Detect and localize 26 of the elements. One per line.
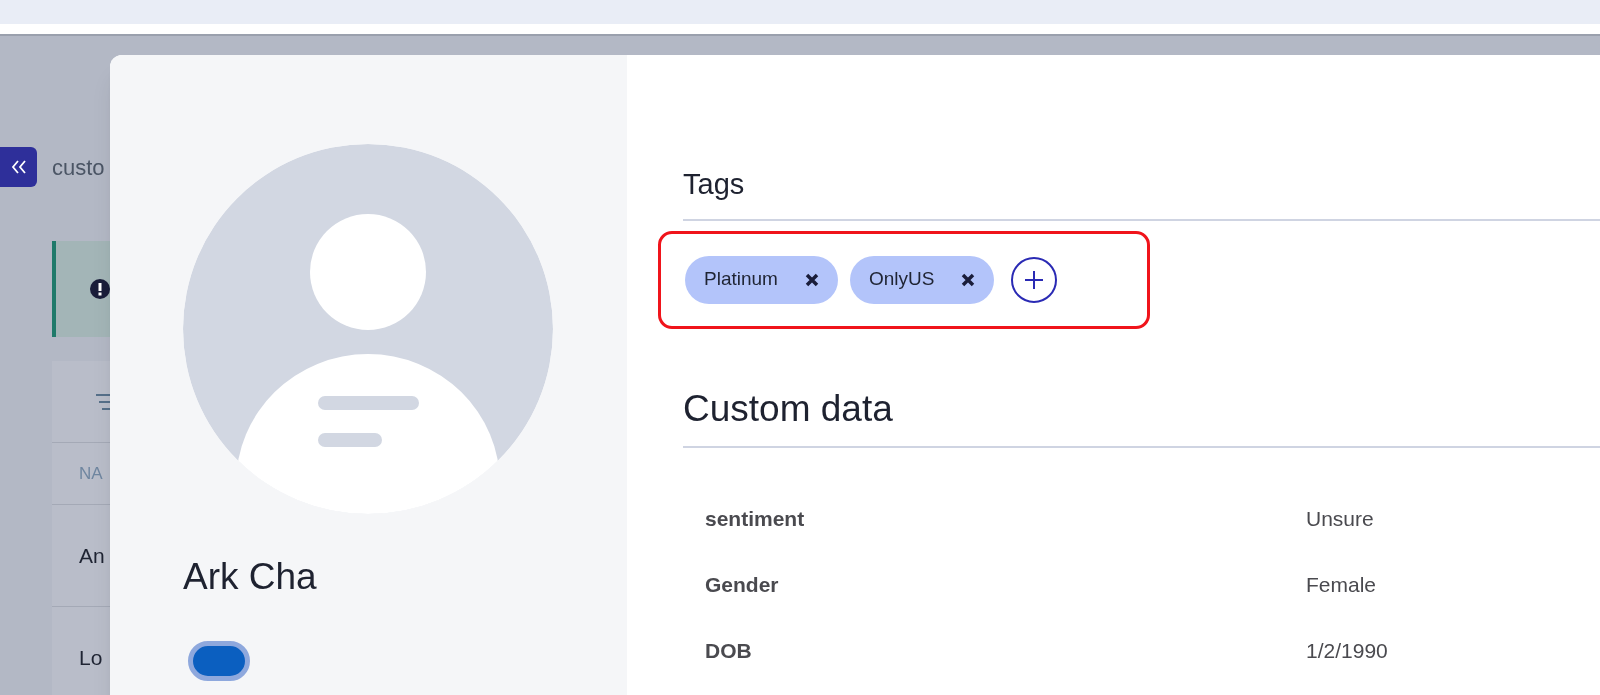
field-value: Female [1306,572,1377,599]
breadcrumb: custo [52,153,105,182]
section-title: Custom data [683,386,894,431]
add-tag-button[interactable] [1011,256,1058,303]
avatar-placeholder-icon [183,144,553,514]
remove-tag-button[interactable] [803,271,820,288]
collapse-button[interactable] [0,147,37,187]
tag-chip: Platinum [685,255,838,304]
field-value: 1/2/1990 [1306,638,1388,665]
field-label: DOB [705,638,753,665]
field-label: Gender [705,572,780,599]
tag-chip: OnlyUS [849,255,995,304]
table-cell-text: Lo [79,644,103,671]
double-chevron-icon [10,160,27,174]
profile-name: Ark Cha [183,555,318,599]
plus-icon [1024,269,1045,290]
field-value: Unsure [1306,506,1374,533]
filter-icon [96,391,110,412]
table-cell-text: An [79,542,105,569]
remove-tag-button[interactable] [960,271,977,288]
section-title: Tags [683,167,746,202]
pill-icon [188,640,250,681]
close-icon [961,272,976,287]
close-icon [804,272,819,287]
field-label: sentiment [705,506,806,533]
column-header: NA [79,462,103,485]
